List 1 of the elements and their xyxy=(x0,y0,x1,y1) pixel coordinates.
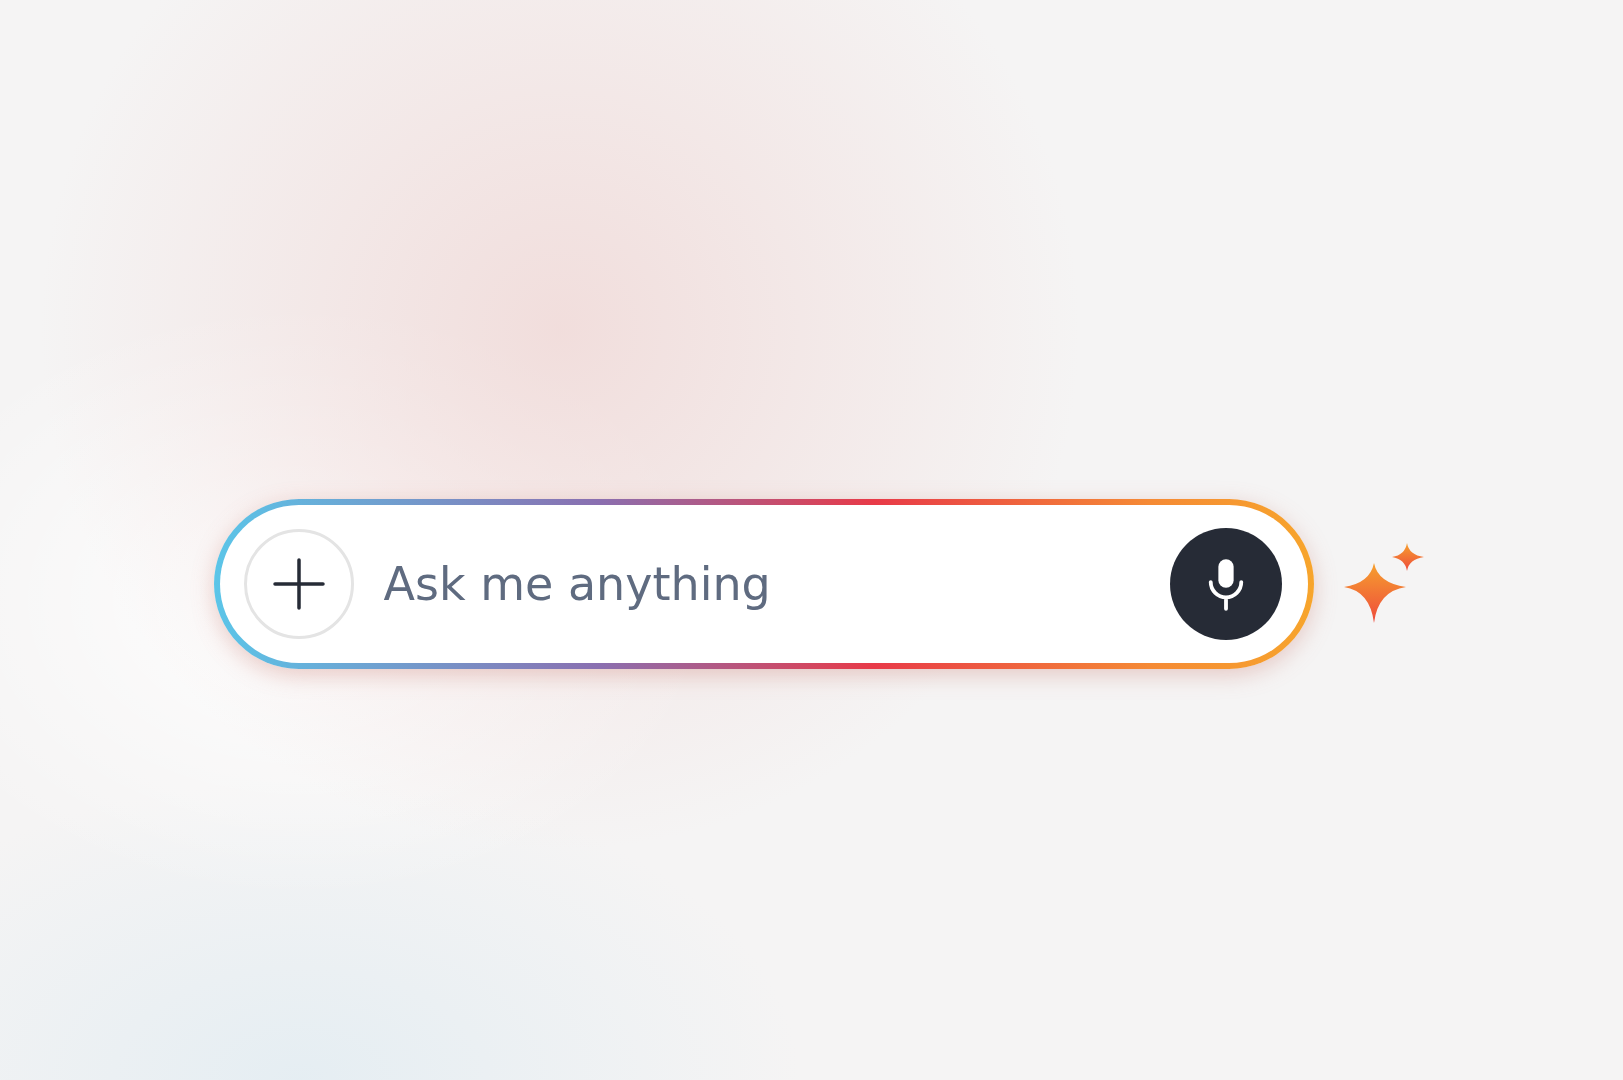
plus-icon xyxy=(272,558,325,610)
